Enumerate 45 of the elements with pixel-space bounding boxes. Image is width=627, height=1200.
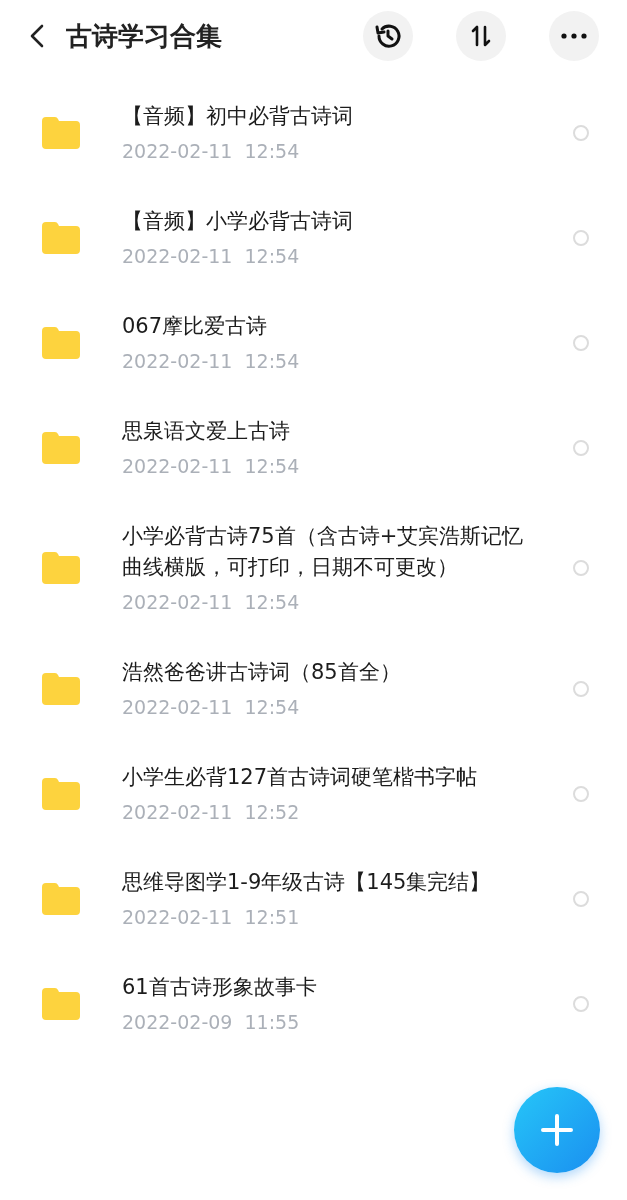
folder-icon <box>42 987 80 1020</box>
folder-name[interactable]: 浩然爸爸讲古诗词（85首全） <box>122 657 543 688</box>
folder-date: 2022-02-11 12:54 <box>122 349 301 374</box>
folder-date: 2022-02-11 12:52 <box>122 800 301 825</box>
folder-icon <box>42 882 80 915</box>
folder-icon <box>42 221 80 254</box>
select-circle[interactable] <box>573 334 589 351</box>
sort-icon <box>469 24 493 48</box>
folder-name[interactable]: 思泉语文爱上古诗 <box>122 416 543 447</box>
select-circle[interactable] <box>573 680 589 697</box>
folder-name[interactable]: 067摩比爱古诗 <box>122 311 543 342</box>
folder-name[interactable]: 小学生必背127首古诗词硬笔楷书字帖 <box>122 762 543 793</box>
folder-date: 2022-02-11 12:54 <box>122 695 301 720</box>
folder-date: 2022-02-11 12:54 <box>122 454 301 479</box>
folder-icon <box>42 326 80 359</box>
folder-name[interactable]: 思维导图学1-9年级古诗【145集完结】 <box>122 867 543 898</box>
folder-date: 2022-02-09 11:55 <box>122 1010 301 1035</box>
folder-icon <box>42 777 80 810</box>
folder-name[interactable]: 【音频】小学必背古诗词 <box>122 206 543 237</box>
folder-date: 2022-02-11 12:51 <box>122 905 301 930</box>
select-circle[interactable] <box>573 785 589 802</box>
select-circle[interactable] <box>573 890 589 907</box>
folder-name[interactable]: 61首古诗形象故事卡 <box>122 972 543 1003</box>
folder-name[interactable]: 【音频】初中必背古诗词 <box>122 101 543 132</box>
folder-date: 2022-02-11 12:54 <box>122 244 301 269</box>
more-icon <box>561 33 587 39</box>
select-circle[interactable] <box>573 995 589 1012</box>
folder-icon <box>42 116 80 149</box>
folder-name[interactable]: 小学必背古诗75首（含古诗+艾宾浩斯记忆曲线横版，可打印，日期不可更改） <box>122 521 543 583</box>
sort-button[interactable] <box>456 11 506 61</box>
folder-date: 2022-02-11 12:54 <box>122 139 301 164</box>
plus-icon <box>540 1113 574 1147</box>
select-circle[interactable] <box>573 439 589 456</box>
folder-date: 2022-02-11 12:54 <box>122 590 301 615</box>
folder-icon <box>42 672 80 705</box>
select-circle[interactable] <box>573 229 589 246</box>
folder-icon <box>42 431 80 464</box>
page-title: 古诗学习合集 <box>66 19 223 53</box>
select-circle[interactable] <box>573 560 589 576</box>
back-icon <box>30 24 44 48</box>
select-circle[interactable] <box>573 124 589 141</box>
add-button[interactable] <box>514 1087 600 1173</box>
more-button[interactable] <box>549 11 599 61</box>
folder-icon <box>42 552 80 584</box>
history-button[interactable] <box>363 11 413 61</box>
